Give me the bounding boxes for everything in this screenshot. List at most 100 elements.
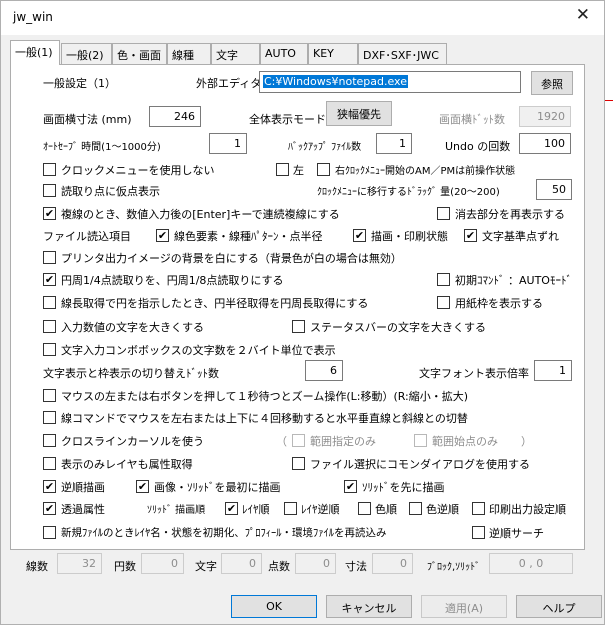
new-file-init-checkbox[interactable] xyxy=(43,526,56,539)
continuous-copy-label: 複線のとき、数値入力後の[Enter]キーで連続複線にする xyxy=(61,208,340,221)
apply-button: 適用(A) xyxy=(421,595,507,618)
paper-frame-label: 用紙枠を表示する xyxy=(455,297,543,310)
screen-width-input[interactable]: 246 xyxy=(149,106,201,127)
mouse-zoom-checkbox[interactable] xyxy=(43,389,56,402)
line-cmd-checkbox[interactable] xyxy=(43,411,56,424)
tab-dxf-sxf-jwc[interactable]: DXF･SXF･JWC xyxy=(358,43,447,64)
dot-switch-input[interactable]: 6 xyxy=(305,360,343,381)
paren-close: ） xyxy=(521,435,532,448)
tab-key[interactable]: KEY xyxy=(308,43,358,64)
solid-first-checkbox[interactable]: ✔ xyxy=(344,480,357,493)
range-only-checkbox xyxy=(292,434,305,447)
color-rev-label: 色逆順 xyxy=(426,503,459,516)
printer-bg-label: プリンタ出力イメージの背景を白にする（背景色が白の場合は無効） xyxy=(61,252,402,265)
cancel-button[interactable]: キャンセル xyxy=(326,595,412,618)
reverse-search-checkbox[interactable] xyxy=(472,526,485,539)
line-length-checkbox[interactable] xyxy=(43,296,56,309)
status-big-checkbox[interactable] xyxy=(292,320,305,333)
dot-switch-label: 文字表示と枠表示の切り替えﾄﾞｯﾄ数 xyxy=(43,367,219,380)
editor-path-value: C:¥Windows¥notepad.exe xyxy=(263,75,408,88)
editor-path-input[interactable]: C:¥Windows¥notepad.exe xyxy=(259,71,521,93)
transparent-label: 透過属性 xyxy=(61,503,105,516)
text-base-checkbox[interactable]: ✔ xyxy=(464,229,477,242)
image-first-checkbox[interactable]: ✔ xyxy=(136,480,149,493)
solid-order-label: ｿﾘｯﾄﾞ 描画順 xyxy=(147,505,206,516)
title-bar: jw_win ✕ xyxy=(1,1,604,35)
clock-menu-label: クロックメニューを使用しない xyxy=(61,164,215,177)
image-first-label: 画像・ｿﾘｯﾄﾞを最初に描画 xyxy=(154,481,281,494)
screen-dots-label: 画面横ﾄﾞｯﾄ数 xyxy=(439,113,505,126)
dims-count-value: 0 xyxy=(372,553,413,574)
tab-line-type[interactable]: 線種 xyxy=(167,43,211,64)
tab-general-2[interactable]: 一般(2) xyxy=(61,43,112,64)
paper-frame-checkbox[interactable] xyxy=(437,296,450,309)
common-dialog-label: ファイル選択にコモンダイアログを使用する xyxy=(310,458,530,471)
crossline-checkbox[interactable] xyxy=(43,434,56,447)
backup-label: ﾊﾞｯｸｱｯﾌﾟ ﾌｧｲﾙ数 xyxy=(288,142,362,153)
circles-count-value: 0 xyxy=(141,553,184,574)
browse-button[interactable]: 参照 xyxy=(531,71,573,95)
background-edge-mark xyxy=(605,100,613,101)
help-button[interactable]: ヘルプ xyxy=(516,595,602,618)
print-state-checkbox[interactable]: ✔ xyxy=(353,229,366,242)
transparent-checkbox[interactable]: ✔ xyxy=(43,502,56,515)
points-count-value: 0 xyxy=(295,553,336,574)
text-count-value: 0 xyxy=(221,553,262,574)
continuous-copy-checkbox[interactable]: ✔ xyxy=(43,207,56,220)
tentative-point-checkbox[interactable] xyxy=(43,184,56,197)
ok-button[interactable]: OK xyxy=(231,595,317,618)
combo-2byte-checkbox[interactable] xyxy=(43,343,56,356)
reverse-draw-label: 逆順描画 xyxy=(61,481,105,494)
screen-dots-input: 1920 xyxy=(519,106,571,127)
close-icon[interactable]: ✕ xyxy=(576,5,590,25)
initial-cmd-checkbox[interactable] xyxy=(437,273,450,286)
section-heading: 一般設定（1） xyxy=(43,77,116,90)
layer-rev-label: ﾚｲﾔ逆順 xyxy=(301,503,340,516)
range-only-label: 範囲指定のみ xyxy=(310,435,376,448)
ampm-checkbox[interactable] xyxy=(317,163,330,176)
layer-rev-checkbox[interactable] xyxy=(284,502,297,515)
input-big-checkbox[interactable] xyxy=(43,320,56,333)
line-cmd-label: 線コマンドでマウスを左右または上下に４回移動すると水平垂直線と斜線との切替 xyxy=(61,412,468,425)
screen-width-label: 画面横寸法 (mm) xyxy=(43,113,132,126)
print-order-checkbox[interactable] xyxy=(472,502,485,515)
arc-point-checkbox[interactable]: ✔ xyxy=(43,273,56,286)
layer-order-checkbox[interactable]: ✔ xyxy=(225,502,238,515)
linecolor-checkbox[interactable]: ✔ xyxy=(156,229,169,242)
lines-count-value: 32 xyxy=(57,553,102,574)
color-rev-checkbox[interactable] xyxy=(409,502,422,515)
undo-input[interactable]: 100 xyxy=(519,133,571,154)
tab-color-screen[interactable]: 色・画面 xyxy=(112,43,167,64)
range-start-label: 範囲始点のみ xyxy=(432,435,498,448)
circles-count-label: 円数 xyxy=(114,560,136,573)
tab-general-1[interactable]: 一般(1) xyxy=(10,40,60,65)
crossline-label: クロスラインカーソルを使う xyxy=(61,435,204,448)
layer-attr-checkbox[interactable] xyxy=(43,457,56,470)
common-dialog-checkbox[interactable] xyxy=(292,457,305,470)
settings-dialog: jw_win ✕ 一般(1) 一般(2) 色・画面 線種 文字 AUTO KEY… xyxy=(0,0,605,625)
drag-amount-label: ｸﾛｯｸﾒﾆｭｰに移行するﾄﾞﾗｯｸﾞ 量(20〜200) xyxy=(317,187,500,198)
linecolor-label: 線色要素・線種ﾊﾟﾀｰﾝ・点半径 xyxy=(174,230,323,243)
blocks-count-label: ﾌﾞﾛｯｸ,ｿﾘｯﾄﾞ xyxy=(427,562,481,573)
color-order-checkbox[interactable] xyxy=(358,502,371,515)
color-order-label: 色順 xyxy=(375,503,397,516)
input-big-label: 入力数値の文字を大きくする xyxy=(61,321,204,334)
backup-input[interactable]: 1 xyxy=(376,133,412,154)
fullview-mode-button[interactable]: 狭幅優先 xyxy=(326,101,392,126)
left-label: 左 xyxy=(293,164,304,177)
font-scale-input[interactable]: 1 xyxy=(534,360,572,381)
drag-amount-input[interactable]: 50 xyxy=(536,179,572,200)
autosave-input[interactable]: 1 xyxy=(209,133,247,154)
blocks-count-value: 0 , 0 xyxy=(489,553,573,574)
printer-bg-checkbox[interactable] xyxy=(43,251,56,264)
tab-text[interactable]: 文字 xyxy=(211,43,260,64)
redisplay-checkbox[interactable] xyxy=(437,207,450,220)
line-length-label: 線長取得で円を指示したとき、円半径取得を円周長取得にする xyxy=(61,297,369,310)
window-title: jw_win xyxy=(13,10,53,24)
left-checkbox[interactable] xyxy=(276,163,289,176)
reverse-draw-checkbox[interactable]: ✔ xyxy=(43,480,56,493)
clock-menu-checkbox[interactable] xyxy=(43,163,56,176)
tab-auto[interactable]: AUTO xyxy=(260,43,308,64)
editor-label: 外部エディタ xyxy=(196,77,262,90)
text-count-label: 文字 xyxy=(195,560,217,573)
